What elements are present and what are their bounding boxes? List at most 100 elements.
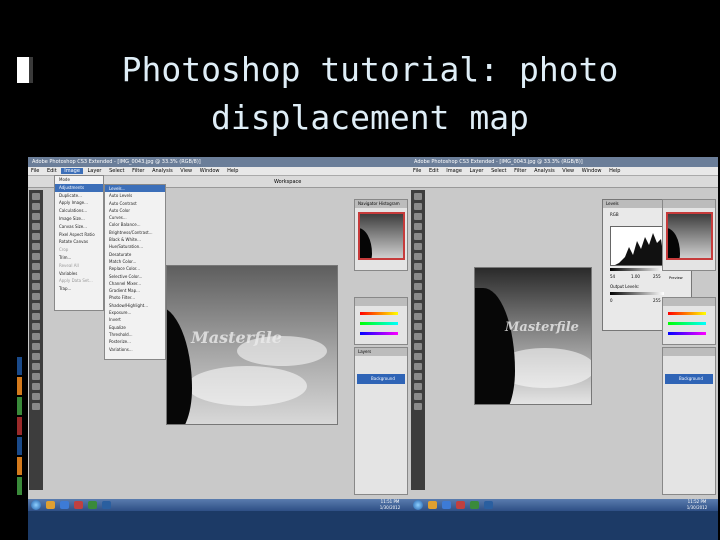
menu-item[interactable]: Auto Color (105, 207, 165, 214)
wand-tool-icon[interactable] (32, 223, 40, 230)
pen-tool-icon[interactable] (32, 333, 40, 340)
document-canvas[interactable]: Masterfile (474, 267, 592, 405)
menu-item[interactable]: Apply Image... (55, 199, 103, 207)
notes-tool-icon[interactable] (414, 373, 422, 380)
layer-row-background[interactable]: Background (357, 374, 405, 384)
workspace-label[interactable]: Workspace (274, 176, 301, 188)
layers-panel-tab[interactable]: Layers (355, 348, 407, 356)
input-gamma[interactable]: 1.00 (631, 274, 640, 279)
menu-item[interactable]: Curves... (105, 214, 165, 221)
menu-layer[interactable]: Layer (85, 168, 105, 174)
menu-image[interactable]: Image (443, 168, 465, 174)
menu-item[interactable]: Variations... (105, 346, 165, 353)
shape-tool-icon[interactable] (32, 363, 40, 370)
menu-select[interactable]: Select (106, 168, 127, 174)
explorer-icon[interactable] (428, 501, 437, 509)
app-icon[interactable] (470, 501, 479, 509)
pen-tool-icon[interactable] (414, 333, 422, 340)
menu-item[interactable]: Trim... (55, 254, 103, 262)
tab-navigator[interactable]: Navigator (358, 201, 378, 206)
blue-slider[interactable] (668, 332, 706, 335)
history-brush-icon[interactable] (32, 283, 40, 290)
shape-tool-icon[interactable] (414, 363, 422, 370)
menu-item[interactable]: Exposure... (105, 309, 165, 316)
menu-item[interactable]: Apply Data Set... (55, 277, 103, 285)
menu-help[interactable]: Help (224, 168, 241, 174)
menu-item[interactable]: Photo Filter... (105, 294, 165, 301)
menu-edit[interactable]: Edit (44, 168, 60, 174)
tab-histogram[interactable]: Histogram (379, 201, 400, 206)
menu-item[interactable]: Brightness/Contrast... (105, 229, 165, 236)
menu-item[interactable]: Channel Mixer... (105, 280, 165, 287)
brush-tool-icon[interactable] (414, 263, 422, 270)
menu-item[interactable]: Duplicate... (55, 192, 103, 200)
path-select-icon[interactable] (414, 353, 422, 360)
healing-tool-icon[interactable] (414, 253, 422, 260)
menu-item[interactable]: Hue/Saturation... (105, 243, 165, 250)
menu-item[interactable]: Replace Color... (105, 265, 165, 272)
menu-select[interactable]: Select (488, 168, 509, 174)
eyedropper-icon[interactable] (414, 383, 422, 390)
menu-filter[interactable]: Filter (129, 168, 147, 174)
menu-item[interactable]: Crop (55, 246, 103, 254)
document-canvas[interactable]: Masterfile (166, 265, 338, 425)
menu-item[interactable]: Variables (55, 270, 103, 278)
red-slider[interactable] (668, 312, 706, 315)
start-button-icon[interactable] (31, 500, 41, 510)
move-tool-icon[interactable] (414, 193, 422, 200)
menu-item[interactable]: Shadow/Highlight... (105, 302, 165, 309)
menu-item[interactable]: Black & White... (105, 236, 165, 243)
input-black[interactable]: 54 (610, 274, 615, 279)
menu-item[interactable]: Gradient Map... (105, 287, 165, 294)
navigator-thumbnail[interactable] (358, 212, 405, 260)
gradient-tool-icon[interactable] (32, 303, 40, 310)
blur-tool-icon[interactable] (32, 313, 40, 320)
menu-view[interactable]: View (177, 168, 195, 174)
input-white[interactable]: 255 (653, 274, 661, 279)
photoshop-taskbar-icon[interactable] (102, 501, 111, 509)
move-tool-icon[interactable] (32, 193, 40, 200)
menu-item[interactable]: Threshold... (105, 331, 165, 338)
slice-tool-icon[interactable] (414, 243, 422, 250)
input-gradient[interactable] (610, 268, 664, 271)
output-gradient[interactable] (610, 292, 664, 295)
menu-item[interactable]: Reveal All (55, 262, 103, 270)
notes-tool-icon[interactable] (32, 373, 40, 380)
wand-tool-icon[interactable] (414, 223, 422, 230)
history-brush-icon[interactable] (414, 283, 422, 290)
dodge-tool-icon[interactable] (414, 323, 422, 330)
menu-item[interactable]: Auto Levels (105, 192, 165, 199)
layers-panel-tab[interactable] (663, 348, 715, 356)
slice-tool-icon[interactable] (32, 243, 40, 250)
menu-image[interactable]: Image (61, 168, 83, 174)
menu-item[interactable]: Image Size... (55, 215, 103, 223)
eraser-tool-icon[interactable] (32, 293, 40, 300)
menu-view[interactable]: View (559, 168, 577, 174)
menu-item[interactable]: Match Color... (105, 258, 165, 265)
red-slider[interactable] (360, 312, 398, 315)
menu-item[interactable]: Canvas Size... (55, 223, 103, 231)
menu-item[interactable]: Desaturate (105, 251, 165, 258)
start-button-icon[interactable] (413, 500, 423, 510)
eyedropper-icon[interactable] (32, 383, 40, 390)
menu-layer[interactable]: Layer (467, 168, 487, 174)
blue-slider[interactable] (360, 332, 398, 335)
green-slider[interactable] (360, 322, 398, 325)
menu-edit[interactable]: Edit (426, 168, 442, 174)
stamp-tool-icon[interactable] (414, 273, 422, 280)
menu-item[interactable]: Posterize... (105, 338, 165, 345)
preview-checkbox[interactable]: Preview (669, 276, 683, 280)
media-icon[interactable] (456, 501, 465, 509)
green-slider[interactable] (668, 322, 706, 325)
zoom-tool-icon[interactable] (414, 403, 422, 410)
menu-item[interactable]: Mode (55, 176, 103, 184)
brush-tool-icon[interactable] (32, 263, 40, 270)
healing-tool-icon[interactable] (32, 253, 40, 260)
menu-item[interactable]: Color Balance... (105, 221, 165, 228)
menu-item[interactable]: Rotate Canvas (55, 238, 103, 246)
hand-tool-icon[interactable] (32, 393, 40, 400)
menu-analysis[interactable]: Analysis (149, 168, 176, 174)
dodge-tool-icon[interactable] (32, 323, 40, 330)
type-tool-icon[interactable] (32, 343, 40, 350)
menu-item[interactable]: Equalize (105, 324, 165, 331)
